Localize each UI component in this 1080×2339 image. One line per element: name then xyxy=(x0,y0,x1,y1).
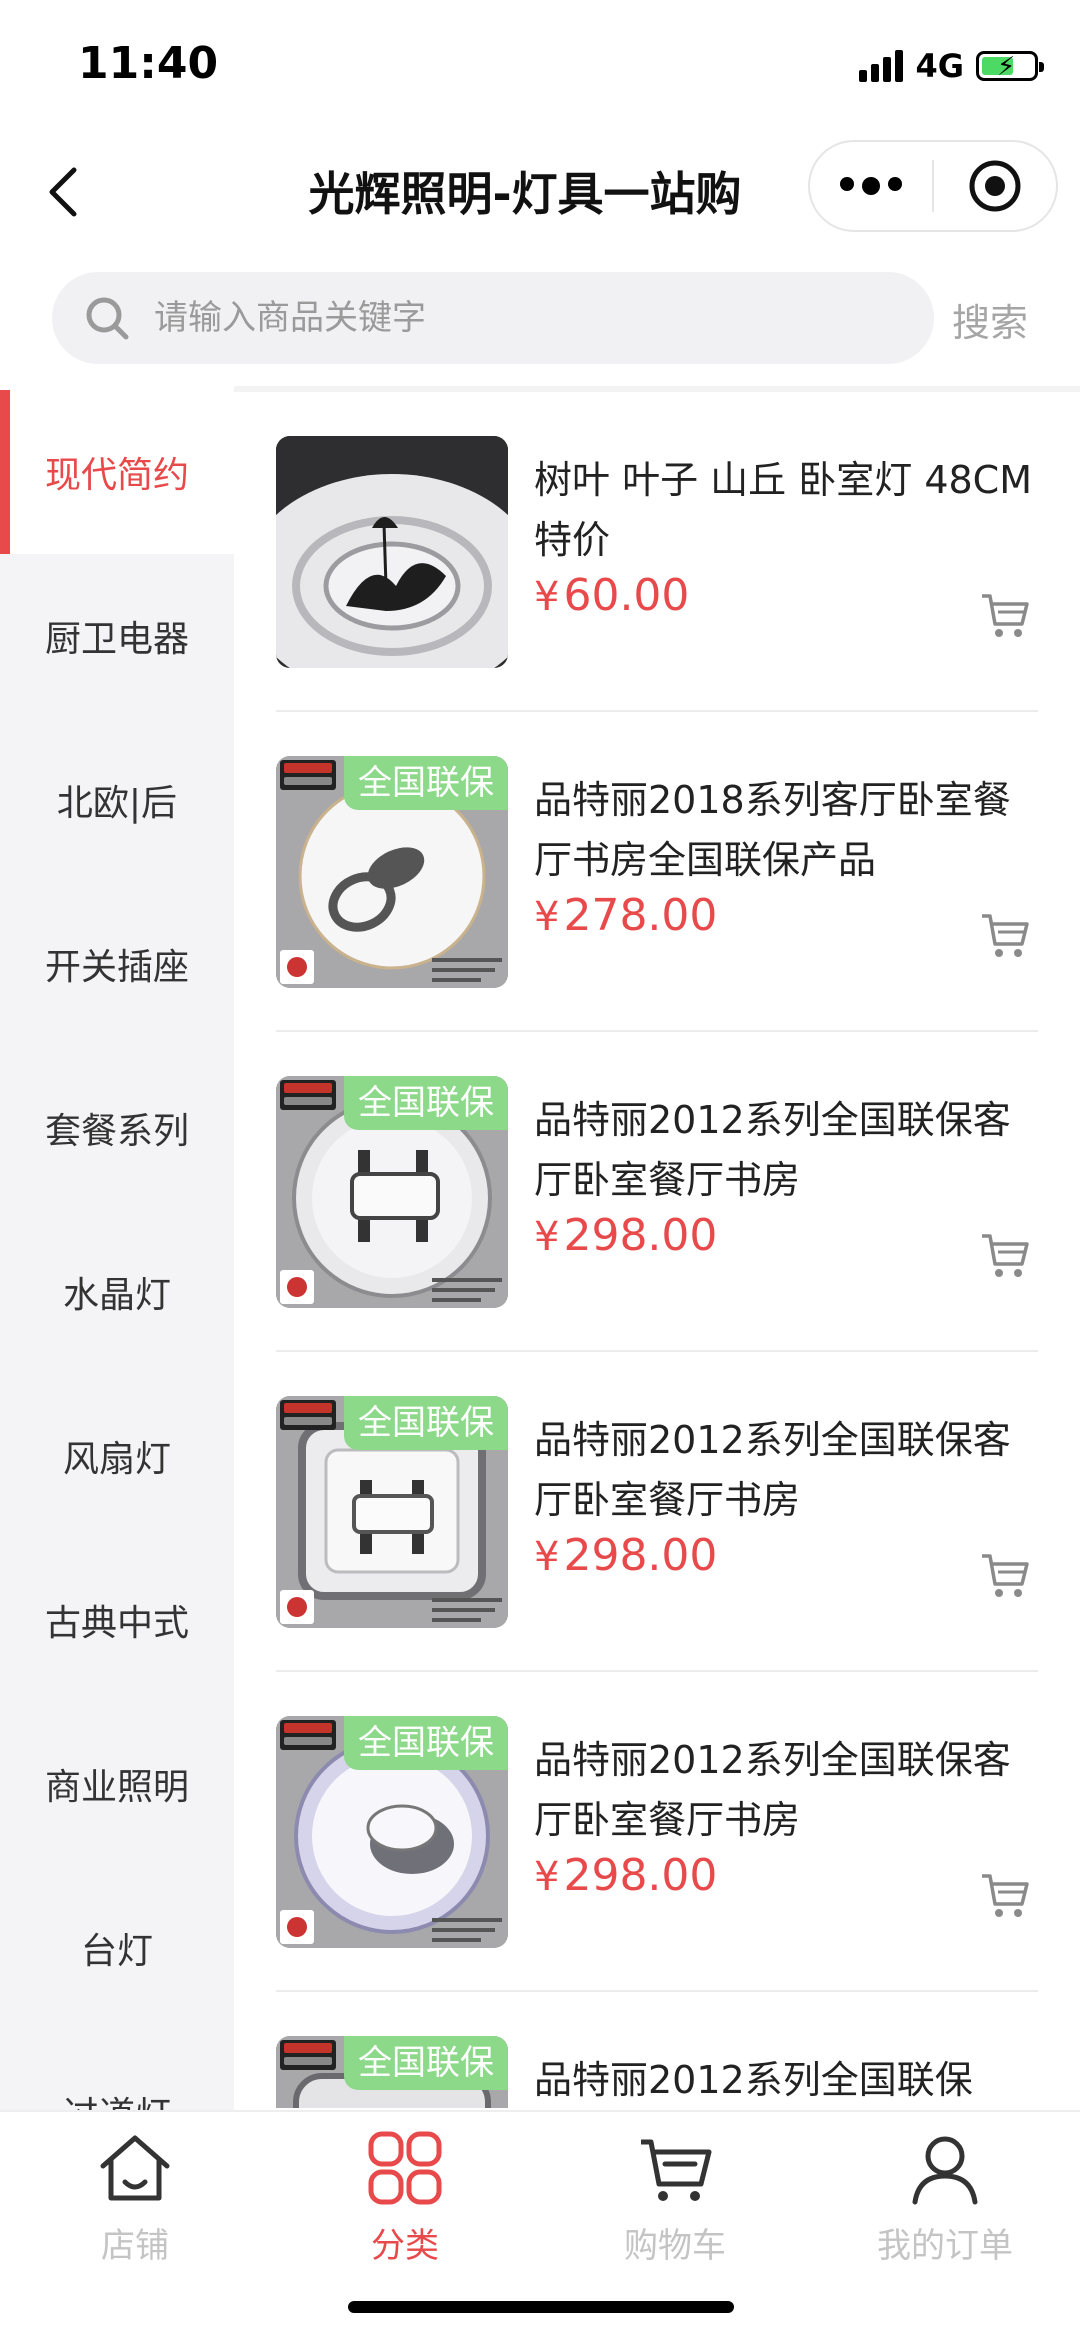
add-to-cart-button[interactable] xyxy=(978,588,1032,642)
sidebar-item-8[interactable]: 商业照明 xyxy=(0,1702,234,1866)
product-price: ¥60.00 xyxy=(534,570,690,621)
add-to-cart-button[interactable] xyxy=(978,908,1032,962)
spec-text xyxy=(432,1912,502,1942)
nav-bar: 光辉照明-灯具一站购 xyxy=(0,130,1080,250)
battery-icon: ⚡ xyxy=(976,51,1044,82)
spec-text xyxy=(432,952,502,982)
category-sidebar[interactable]: 现代简约 厨卫电器 北欧|后 开关插座 套餐系列 水晶灯 风扇灯 古典中式 商业… xyxy=(0,390,234,2110)
sidebar-item-10[interactable]: 过道灯 xyxy=(0,2030,234,2110)
tab-label: 我的订单 xyxy=(877,2226,1013,2266)
product-name[interactable]: 品特丽2012系列全国联保客厅卧室餐厅书房 xyxy=(534,1090,1038,1210)
search-icon xyxy=(86,297,129,340)
product-name[interactable]: 品特丽2018系列客厅卧室餐厅书房全国联保产品 xyxy=(534,770,1038,890)
add-to-cart-button[interactable] xyxy=(978,1228,1032,1282)
status-bar: 11:40 4G ⚡ xyxy=(0,0,1080,130)
sidebar-item-1[interactable]: 厨卫电器 xyxy=(0,554,234,718)
product-image[interactable]: 全国联保 xyxy=(276,1716,508,1948)
sidebar-item-4[interactable]: 套餐系列 xyxy=(0,1046,234,1210)
sidebar-item-6[interactable]: 风扇灯 xyxy=(0,1374,234,1538)
tab-orders[interactable]: 我的订单 xyxy=(810,2128,1080,2267)
tab-store[interactable]: 店铺 xyxy=(0,2128,270,2267)
product-item[interactable]: 全国联保 品特丽2012系列全国联保客厅卧室餐厅书房 ¥298.00 xyxy=(276,1032,1038,1352)
sidebar-item-9[interactable]: 台灯 xyxy=(0,1866,234,2030)
home-indicator xyxy=(348,2301,734,2313)
product-image[interactable]: 全国联保 xyxy=(276,2036,508,2108)
add-to-cart-button[interactable] xyxy=(978,1548,1032,1602)
shopping-cart-icon xyxy=(641,2139,712,2201)
product-image[interactable] xyxy=(276,436,508,668)
close-button[interactable] xyxy=(934,158,1056,214)
add-to-cart-button[interactable] xyxy=(978,1868,1032,1922)
product-image[interactable]: 全国联保 xyxy=(276,1076,508,1308)
category-grid-icon xyxy=(368,2131,442,2205)
sidebar-item-2[interactable]: 北欧|后 xyxy=(0,718,234,882)
product-name[interactable]: 品特丽2012系列全国联保 xyxy=(534,2050,1038,2108)
home-icon xyxy=(100,2135,170,2201)
more-button[interactable] xyxy=(810,177,932,195)
product-list[interactable]: 树叶 叶子 山丘 卧室灯 48CM 特价 ¥60.00 全国联保 品特丽2018… xyxy=(234,392,1080,2108)
product-price: ¥298.00 xyxy=(534,1530,718,1581)
cart-icon xyxy=(982,1554,1029,1597)
status-indicators: 4G ⚡ xyxy=(859,44,1044,88)
product-item[interactable]: 全国联保 品特丽2012系列全国联保客厅卧室餐厅书房 ¥298.00 xyxy=(276,1672,1038,1992)
tab-category[interactable]: 分类 xyxy=(270,2128,540,2267)
search-button[interactable]: 搜索 xyxy=(952,292,1028,347)
sidebar-item-5[interactable]: 水晶灯 xyxy=(0,1210,234,1374)
brand-logo xyxy=(280,1590,314,1624)
tab-label: 分类 xyxy=(371,2226,439,2266)
product-name[interactable]: 品特丽2012系列全国联保客厅卧室餐厅书房 xyxy=(534,1730,1038,1850)
warranty-badge: 全国联保 xyxy=(344,1076,508,1130)
warranty-badge: 全国联保 xyxy=(344,1716,508,1770)
cctv-logo xyxy=(280,1080,336,1110)
search-box[interactable] xyxy=(52,272,934,364)
warranty-badge: 全国联保 xyxy=(344,1396,508,1450)
tab-label: 店铺 xyxy=(101,2226,169,2266)
warranty-badge: 全国联保 xyxy=(344,2036,508,2090)
cctv-logo xyxy=(280,760,336,790)
product-price: ¥278.00 xyxy=(534,890,718,941)
product-image[interactable]: 全国联保 xyxy=(276,1396,508,1628)
target-circle-icon xyxy=(969,160,1021,212)
product-image[interactable]: 全国联保 xyxy=(276,756,508,988)
sidebar-item-3[interactable]: 开关插座 xyxy=(0,882,234,1046)
cart-icon xyxy=(982,1874,1029,1917)
sidebar-item-0[interactable]: 现代简约 xyxy=(0,390,234,554)
search-input[interactable] xyxy=(154,298,854,338)
cctv-logo xyxy=(280,2040,336,2070)
warranty-badge: 全国联保 xyxy=(344,756,508,810)
network-label: 4G xyxy=(915,47,964,85)
product-item[interactable]: 全国联保 品特丽2012系列全国联保客厅卧室餐厅书房 ¥298.00 xyxy=(276,1352,1038,1672)
tab-label: 购物车 xyxy=(624,2226,726,2266)
cctv-logo xyxy=(280,1720,336,1750)
brand-logo xyxy=(280,1910,314,1944)
mini-program-capsule xyxy=(808,140,1058,232)
product-item[interactable]: 全国联保 品特丽2012系列全国联保 xyxy=(276,1992,1038,2108)
cart-icon xyxy=(982,594,1029,637)
product-item[interactable]: 全国联保 品特丽2018系列客厅卧室餐厅书房全国联保产品 ¥278.00 xyxy=(276,712,1038,1032)
product-price: ¥298.00 xyxy=(534,1210,718,1261)
product-item[interactable]: 树叶 叶子 山丘 卧室灯 48CM 特价 ¥60.00 xyxy=(276,392,1038,712)
spec-text xyxy=(432,1272,502,1302)
cart-icon xyxy=(982,914,1029,957)
user-icon xyxy=(912,2136,978,2205)
product-name[interactable]: 树叶 叶子 山丘 卧室灯 48CM 特价 xyxy=(534,450,1038,570)
tab-cart[interactable]: 购物车 xyxy=(540,2128,810,2267)
brand-logo xyxy=(280,1270,314,1304)
more-dots-icon xyxy=(840,177,854,191)
sidebar-item-7[interactable]: 古典中式 xyxy=(0,1538,234,1702)
cart-icon xyxy=(982,1234,1029,1277)
status-time: 11:40 xyxy=(78,38,219,89)
brand-logo xyxy=(280,950,314,984)
signal-icon xyxy=(859,50,904,82)
product-price: ¥298.00 xyxy=(534,1850,718,1901)
cctv-logo xyxy=(280,1400,336,1430)
product-name[interactable]: 品特丽2012系列全国联保客厅卧室餐厅书房 xyxy=(534,1410,1038,1530)
search-row: 搜索 xyxy=(0,268,1080,368)
spec-text xyxy=(432,1592,502,1622)
